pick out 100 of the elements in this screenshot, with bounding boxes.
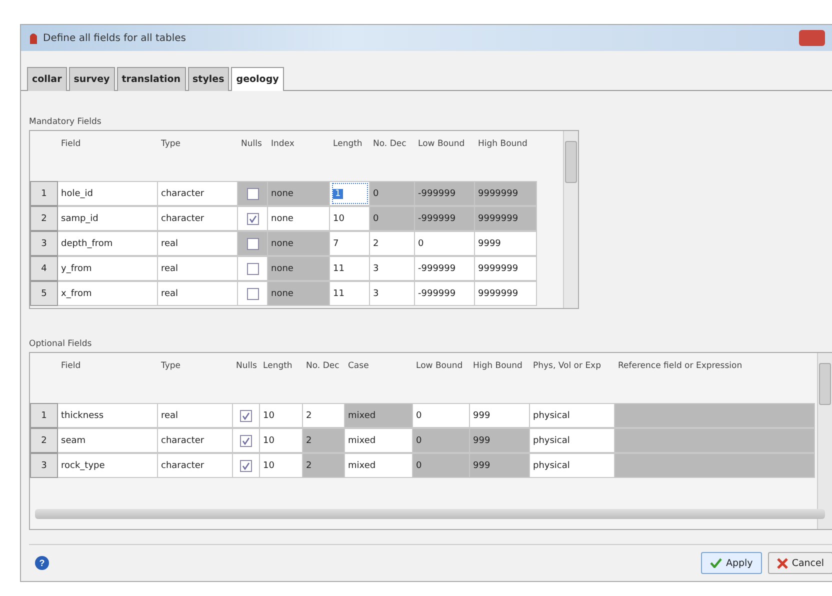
tab[interactable]: survey xyxy=(68,67,115,91)
table-cell: character xyxy=(158,181,238,206)
table-cell: mixed xyxy=(345,453,413,478)
table-cell: samp_id xyxy=(58,206,158,231)
tab[interactable]: translation xyxy=(116,67,186,91)
table-cell: 10 xyxy=(260,403,303,428)
table-cell: 9999999 xyxy=(475,281,537,306)
checkbox[interactable] xyxy=(240,434,252,446)
table-cell: x_from xyxy=(58,281,158,306)
table-cell: -999999 xyxy=(415,181,475,206)
app-icon xyxy=(29,31,38,45)
table-cell: character xyxy=(158,453,233,478)
row-number: 1 xyxy=(30,181,58,206)
column-header: Low Bound xyxy=(415,360,464,370)
table-cell: real xyxy=(158,281,238,306)
table-cell: 0 xyxy=(413,453,470,478)
table-cell: 7 xyxy=(330,231,370,256)
checkbox[interactable] xyxy=(246,188,258,200)
table-cell: rock_type xyxy=(58,453,158,478)
table-cell: none xyxy=(268,206,330,231)
vertical-scrollbar[interactable] xyxy=(817,353,832,529)
table-cell: 10 xyxy=(330,206,370,231)
table-cell: 0 xyxy=(370,181,415,206)
checkbox[interactable] xyxy=(246,288,258,300)
table-cell: 1 xyxy=(330,181,370,206)
table-cell: real xyxy=(158,256,238,281)
checkbox[interactable] xyxy=(246,238,258,250)
table-cell: 9999999 xyxy=(475,181,537,206)
table-cell: 3 xyxy=(370,281,415,306)
help-button[interactable]: ? xyxy=(35,556,49,570)
table-cell: 999 xyxy=(470,428,530,453)
table-cell: 0 xyxy=(370,206,415,231)
column-header: Phys, Vol or Exp xyxy=(532,360,602,370)
column-header: Field xyxy=(60,360,82,370)
table-cell: physical xyxy=(530,403,615,428)
column-header: Index xyxy=(270,138,296,148)
table-cell: mixed xyxy=(345,428,413,453)
row-number: 2 xyxy=(30,206,58,231)
checkmark-icon xyxy=(710,558,722,568)
table-cell: 999 xyxy=(470,403,530,428)
table-cell: 10 xyxy=(260,453,303,478)
apply-button[interactable]: Apply xyxy=(700,552,762,574)
table-cell: mixed xyxy=(345,403,413,428)
row-number: 1 xyxy=(30,403,58,428)
column-header: High Bound xyxy=(477,138,528,148)
table-cell: 9999999 xyxy=(475,256,537,281)
column-header: Nulls xyxy=(235,360,258,370)
table-cell: real xyxy=(158,403,233,428)
column-header: Reference field or Expression xyxy=(617,360,744,370)
row-number: 5 xyxy=(30,281,58,306)
column-header: Field xyxy=(60,138,82,148)
table-cell: none xyxy=(268,181,330,206)
cancel-button[interactable]: Cancel xyxy=(768,552,832,574)
tab[interactable]: collar xyxy=(27,67,67,91)
x-icon xyxy=(776,558,788,568)
table-cell: depth_from xyxy=(58,231,158,256)
checkbox[interactable] xyxy=(240,410,252,422)
column-header: Type xyxy=(160,360,182,370)
table-cell: character xyxy=(158,428,233,453)
table-cell: seam xyxy=(58,428,158,453)
table-cell: -999999 xyxy=(415,281,475,306)
tab[interactable]: geology xyxy=(231,67,284,91)
row-number: 4 xyxy=(30,256,58,281)
column-header: High Bound xyxy=(472,360,524,370)
table-cell: 999 xyxy=(470,453,530,478)
window-title: Define all fields for all tables xyxy=(43,32,186,44)
checkbox[interactable] xyxy=(246,262,258,274)
table-cell: -999999 xyxy=(415,256,475,281)
table-cell: 2 xyxy=(370,231,415,256)
checkbox[interactable] xyxy=(246,212,258,224)
column-header: Nulls xyxy=(240,138,263,148)
table-cell: 2 xyxy=(303,428,345,453)
table-cell: 0 xyxy=(415,231,475,256)
tab[interactable]: styles xyxy=(188,67,230,91)
table-cell: real xyxy=(158,231,238,256)
table-cell: character xyxy=(158,206,238,231)
table-cell: 11 xyxy=(330,256,370,281)
table-cell: none xyxy=(268,281,330,306)
table-cell: 2 xyxy=(303,453,345,478)
table-cell: none xyxy=(268,231,330,256)
table-cell: 9999999 xyxy=(475,206,537,231)
table-cell: none xyxy=(268,256,330,281)
table-cell: 0 xyxy=(413,403,470,428)
table-cell: 9999 xyxy=(475,231,537,256)
table-cell: physical xyxy=(530,428,615,453)
column-header: Case xyxy=(347,360,370,370)
table-cell: 11 xyxy=(330,281,370,306)
table-cell: hole_id xyxy=(58,181,158,206)
checkbox[interactable] xyxy=(240,460,252,472)
column-header: No. Dec xyxy=(372,138,408,148)
vertical-scrollbar[interactable] xyxy=(563,131,578,308)
column-header: Length xyxy=(262,360,294,370)
table-cell: y_from xyxy=(58,256,158,281)
table-cell: 0 xyxy=(413,428,470,453)
table-cell: thickness xyxy=(58,403,158,428)
column-header: Low Bound xyxy=(417,138,466,148)
row-number: 2 xyxy=(30,428,58,453)
table-cell: -999999 xyxy=(415,206,475,231)
table-cell: 2 xyxy=(303,403,345,428)
column-header: Type xyxy=(160,138,182,148)
